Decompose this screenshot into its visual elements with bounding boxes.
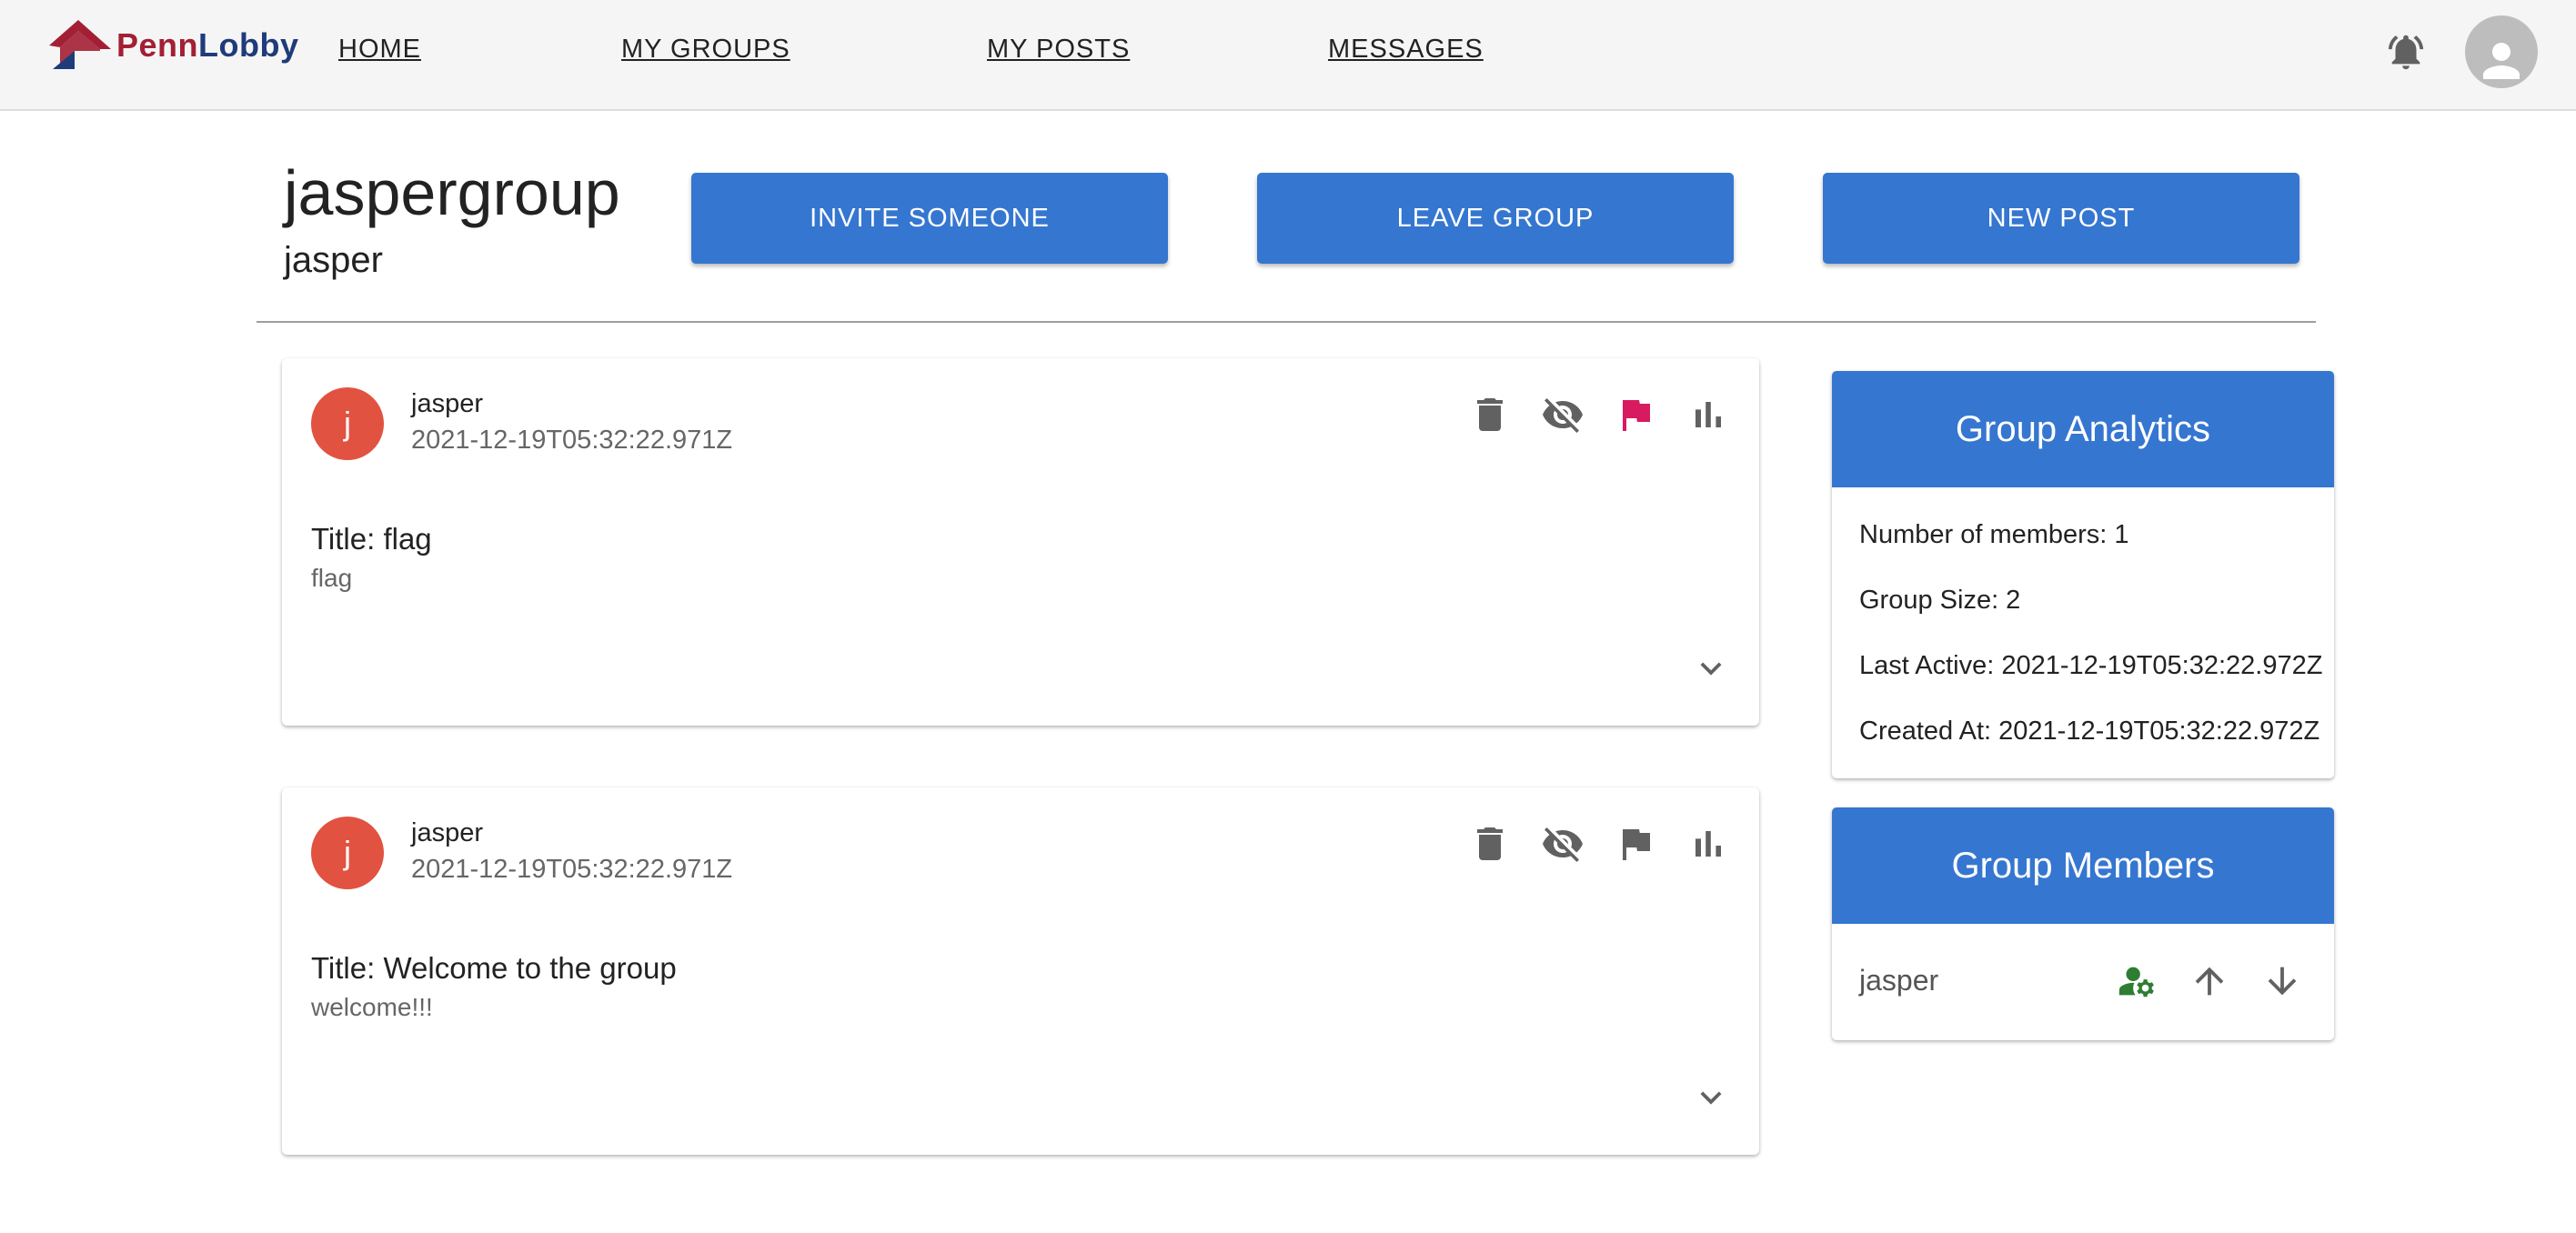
pennlobby-logo[interactable]: PennLobby — [47, 18, 299, 73]
flag-icon[interactable] — [1614, 822, 1657, 866]
invite-someone-button[interactable]: INVITE SOMEONE — [691, 173, 1168, 264]
expand-more-icon[interactable] — [1690, 647, 1732, 689]
header-divider — [257, 321, 2316, 323]
group-analytics-panel: Group Analytics Number of members: 1 Gro… — [1832, 371, 2334, 778]
logo-house-icon — [49, 20, 111, 69]
post-card: j jasper 2021-12-19T05:32:22.971Z Title:… — [282, 787, 1759, 1155]
flag-icon[interactable] — [1614, 393, 1657, 436]
created-at-stat: Created At: 2021-12-19T05:32:22.972Z — [1859, 717, 2320, 746]
post-card: j jasper 2021-12-19T05:32:22.971Z Title:… — [282, 358, 1759, 726]
post-author-name: jasper — [411, 389, 483, 418]
account-circle-icon — [2483, 43, 2520, 79]
bar-chart-icon[interactable] — [1686, 393, 1730, 436]
nav-messages-link[interactable]: MESSAGES — [1328, 35, 1484, 65]
delete-icon[interactable] — [1468, 822, 1512, 866]
member-count-stat: Number of members: 1 — [1859, 520, 2129, 549]
post-author-name: jasper — [411, 818, 483, 847]
post-title: Title: Welcome to the group — [311, 951, 677, 985]
bar-chart-icon[interactable] — [1686, 822, 1730, 866]
member-name: jasper — [1859, 964, 1939, 997]
visibility-off-icon[interactable] — [1541, 822, 1585, 866]
post-author-avatar: j — [311, 387, 384, 460]
new-post-button[interactable]: NEW POST — [1823, 173, 2299, 264]
group-analytics-heading: Group Analytics — [1832, 371, 2334, 487]
logo-text-lobby: Lobby — [198, 26, 299, 64]
logo-text: PennLobby — [116, 26, 299, 65]
top-navigation-bar: PennLobby HOME MY GROUPS MY POSTS MESSAG… — [0, 0, 2576, 111]
bell-icon[interactable] — [2385, 31, 2427, 73]
nav-my-posts-link[interactable]: MY POSTS — [987, 35, 1130, 65]
post-date: 2021-12-19T05:32:22.971Z — [411, 855, 733, 884]
arrow-down-icon[interactable] — [2261, 960, 2303, 1002]
group-size-stat: Group Size: 2 — [1859, 586, 2021, 615]
nav-my-groups-link[interactable]: MY GROUPS — [621, 35, 790, 65]
group-name-heading: jaspergroup — [284, 157, 620, 228]
group-members-panel: Group Members jasper — [1832, 807, 2334, 1040]
profile-avatar-button[interactable] — [2465, 15, 2538, 88]
post-author-avatar: j — [311, 817, 384, 889]
group-members-heading: Group Members — [1832, 807, 2334, 924]
last-active-stat: Last Active: 2021-12-19T05:32:22.972Z — [1859, 651, 2323, 680]
arrow-up-icon[interactable] — [2189, 960, 2230, 1002]
post-title: Title: flag — [311, 522, 432, 556]
post-date: 2021-12-19T05:32:22.971Z — [411, 426, 733, 455]
leave-group-button[interactable]: LEAVE GROUP — [1257, 173, 1734, 264]
logo-text-penn: Penn — [116, 26, 199, 64]
manage-accounts-icon[interactable] — [2116, 960, 2158, 1002]
expand-more-icon[interactable] — [1690, 1077, 1732, 1118]
group-owner-label: jasper — [284, 240, 383, 280]
post-body: flag — [311, 564, 353, 592]
delete-icon[interactable] — [1468, 393, 1512, 436]
visibility-off-icon[interactable] — [1541, 393, 1585, 436]
nav-home-link[interactable]: HOME — [338, 35, 421, 65]
post-body: welcome!!! — [311, 993, 433, 1021]
